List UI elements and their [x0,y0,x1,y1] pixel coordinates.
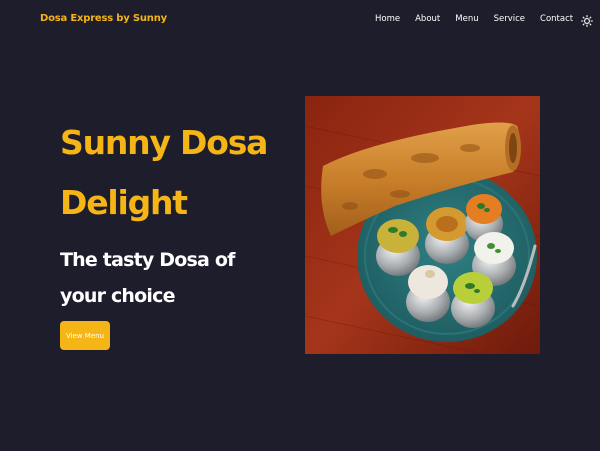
hero-title: Sunny Dosa Delight [60,113,268,233]
nav-contact[interactable]: Contact [540,14,573,24]
nav-menu: Home About Menu Service Contact [375,12,594,27]
hero-subtitle: The tasty Dosa of your choice [60,242,235,314]
sun-icon[interactable] [581,12,594,27]
view-menu-button[interactable]: View Menu [60,321,110,350]
nav-menu-link[interactable]: Menu [455,14,478,24]
hero-title-line-1: Sunny Dosa [60,123,268,162]
brand-logo[interactable]: Dosa Express by Sunny [40,13,167,24]
dosa-plate-image [305,96,540,354]
nav-home[interactable]: Home [375,14,400,24]
hero-title-line-2: Delight [60,183,188,222]
nav-about[interactable]: About [415,14,440,24]
hero-subtitle-line-1: The tasty Dosa of [60,249,235,271]
navbar: Dosa Express by Sunny Home About Menu Se… [0,0,600,42]
hero-subtitle-line-2: your choice [60,285,175,307]
nav-service[interactable]: Service [494,14,525,24]
